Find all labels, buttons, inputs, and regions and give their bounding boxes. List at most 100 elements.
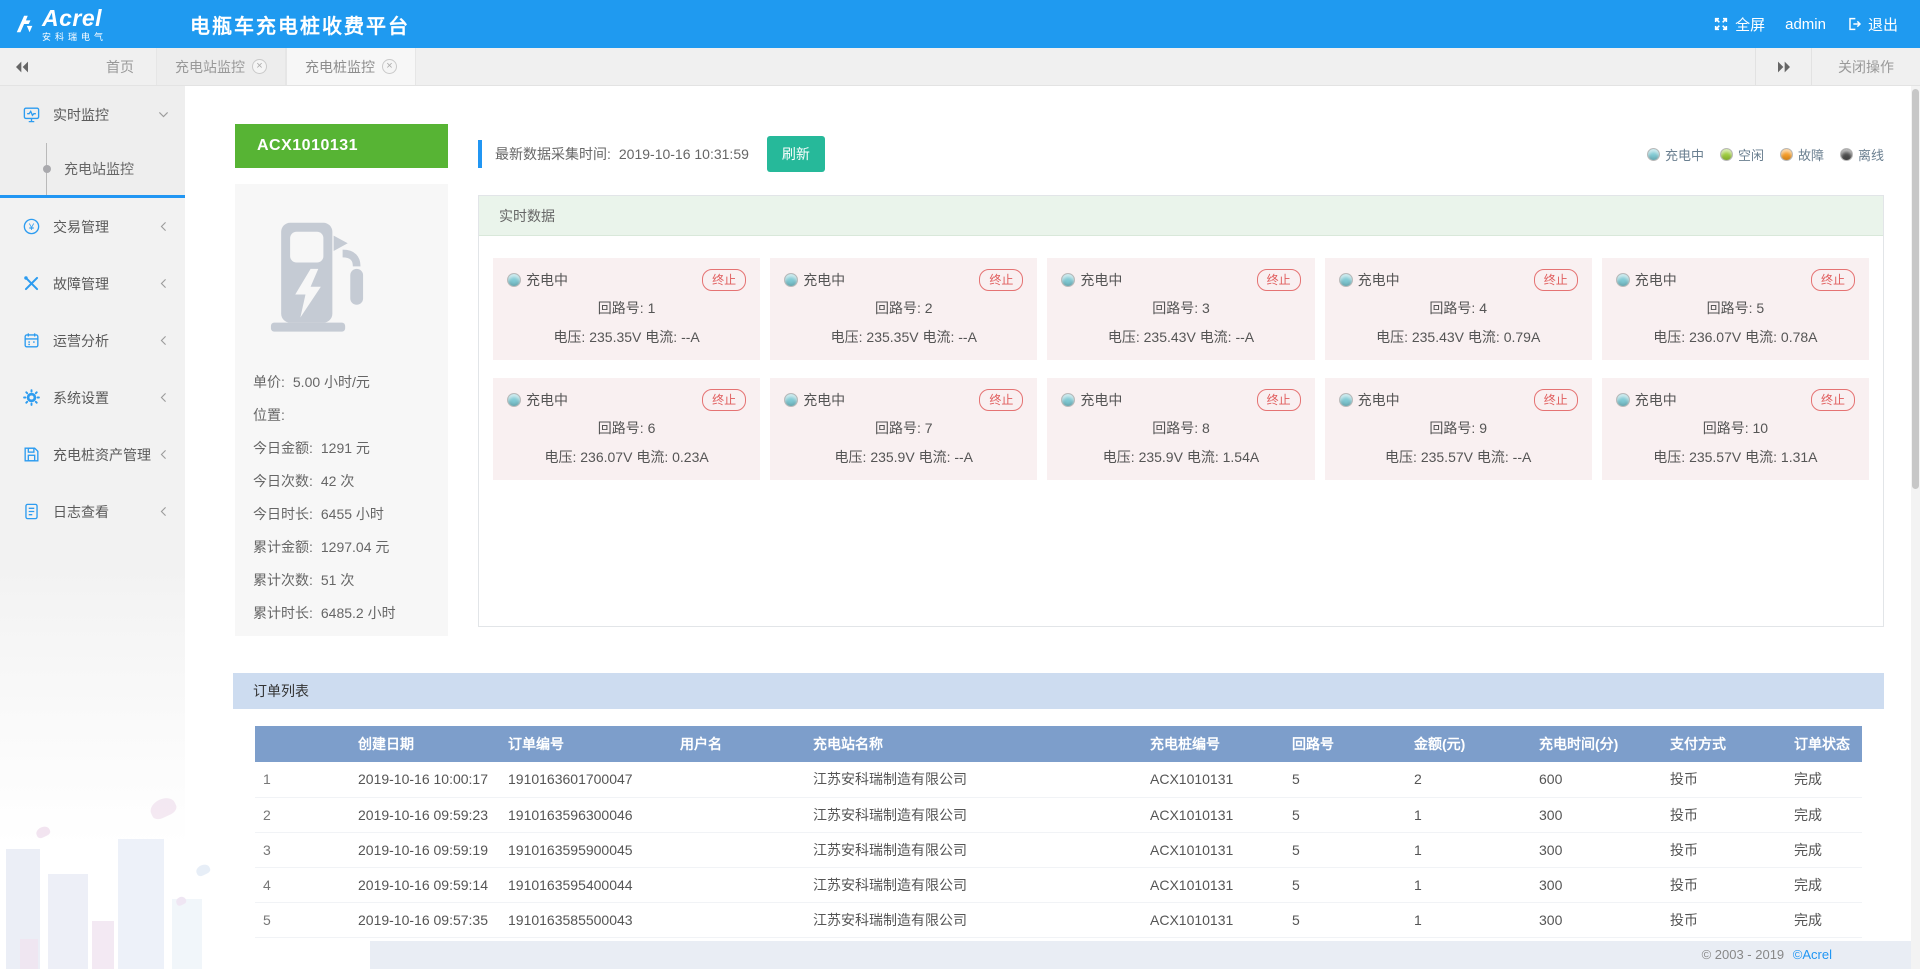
top-header: Acrel 安科瑞电气 电瓶车充电桩收费平台 全屏 admin <box>0 0 1920 48</box>
circuit-cards-grid: 充电中 终止 回路号: 1 电压: 235.35V 电流: --A <box>479 236 1883 502</box>
close-tab-icon[interactable]: × <box>382 59 397 74</box>
pile-stat-row: 今日次数: 42 次 <box>253 471 430 491</box>
row-index: 1 <box>255 762 350 797</box>
chevron-left-icon <box>158 335 169 346</box>
current-value: --A <box>681 329 700 345</box>
terminate-button[interactable]: 终止 <box>1811 269 1855 291</box>
sidebar-item-faults[interactable]: 故障管理 <box>0 255 185 312</box>
terminate-button[interactable]: 终止 <box>1257 269 1301 291</box>
status-label: 充电中 <box>1358 390 1400 410</box>
close-tab-icon[interactable]: × <box>252 59 267 74</box>
user-menu[interactable]: admin <box>1785 16 1826 33</box>
circuit-number: 5 <box>1284 797 1406 832</box>
tabs-scroll-left-button[interactable] <box>0 48 44 85</box>
amount: 1 <box>1406 902 1531 937</box>
pay-method: 投币 <box>1662 902 1786 937</box>
chevron-left-icon <box>158 449 169 460</box>
voltage-value: 235.9V <box>1139 449 1183 465</box>
sidebar-item-station-monitor[interactable]: 充电站监控 <box>0 143 185 195</box>
scrollbar[interactable] <box>1911 86 1920 969</box>
circuit-card-header: 充电中 终止 <box>784 389 1023 411</box>
copyright-text: © 2003 - 2019 <box>1702 947 1785 962</box>
legend-label: 空闲 <box>1738 145 1764 164</box>
circuit-card-header: 充电中 终止 <box>784 269 1023 291</box>
circuit-card-header: 充电中 终止 <box>1616 389 1855 411</box>
circuit-measurements-row: 电压: 236.07V 电流: 0.78A <box>1616 327 1855 347</box>
circuit-number-row: 回路号: 2 <box>784 298 1023 318</box>
circuit-card: 充电中 终止 回路号: 5 电压: 236.07V 电流: 0.78A <box>1602 258 1869 360</box>
status-ball-icon <box>1647 148 1660 161</box>
terminate-button[interactable]: 终止 <box>702 269 746 291</box>
tab-home[interactable]: 首页 <box>84 48 156 85</box>
amount: 2 <box>1406 762 1531 797</box>
sidebar-item-transactions[interactable]: ¥ 交易管理 <box>0 198 185 255</box>
sidebar-item-analytics[interactable]: 运营分析 <box>0 312 185 369</box>
calendar-icon <box>22 331 41 350</box>
tab-pile-monitor[interactable]: 充电桩监控 × <box>286 48 416 85</box>
station-name: 江苏安科瑞制造有限公司 <box>805 762 1142 797</box>
created-date: 2019-10-16 09:59:19 <box>350 832 500 867</box>
stat-value: 5.00 小时/元 <box>293 374 370 390</box>
circuit-number: 9 <box>1479 420 1487 436</box>
current-value: --A <box>958 329 977 345</box>
voltage-value: 235.9V <box>870 449 914 465</box>
stat-value: 6485.2 小时 <box>321 605 396 621</box>
tree-node-icon <box>38 143 56 195</box>
stat-value: 1291 元 <box>321 440 370 456</box>
brand-logo: Acrel 安科瑞电气 <box>0 7 178 42</box>
top-right-actions: 全屏 admin 退出 <box>1713 14 1920 35</box>
amount: 1 <box>1406 832 1531 867</box>
status-ball-icon <box>1061 393 1075 407</box>
terminate-button[interactable]: 终止 <box>702 389 746 411</box>
tabs-scroll-right-button[interactable] <box>1755 48 1811 85</box>
circuit-number-row: 回路号: 7 <box>784 418 1023 438</box>
fullscreen-button[interactable]: 全屏 <box>1713 14 1765 35</box>
page-title: 电瓶车充电桩收费平台 <box>190 10 410 39</box>
tab-station-monitor[interactable]: 充电站监控 × <box>156 48 286 85</box>
sidebar-item-logs[interactable]: 日志查看 <box>0 483 185 540</box>
circuit-number: 7 <box>925 420 933 436</box>
scrollbar-thumb[interactable] <box>1912 89 1919 489</box>
user-name <box>672 867 805 902</box>
row-index: 4 <box>255 867 350 902</box>
terminate-button[interactable]: 终止 <box>979 389 1023 411</box>
sidebar-item-pile-assets[interactable]: 充电桩资产管理 <box>0 426 185 483</box>
circuit-measurements-row: 电压: 235.9V 电流: --A <box>784 447 1023 467</box>
voltage-value: 236.07V <box>580 449 632 465</box>
sidebar-item-realtime-monitor[interactable]: 实时监控 <box>0 86 185 143</box>
current-value: --A <box>1235 329 1254 345</box>
created-date: 2019-10-16 09:57:35 <box>350 902 500 937</box>
sidebar-item-settings[interactable]: 系统设置 <box>0 369 185 426</box>
stat-value: 42 次 <box>321 473 354 489</box>
circuit-card-header: 充电中 终止 <box>1339 269 1578 291</box>
terminate-button[interactable]: 终止 <box>979 269 1023 291</box>
charging-pile-icon <box>253 210 430 338</box>
status-label: 充电中 <box>526 390 568 410</box>
acrel-link[interactable]: ©Acrel <box>1793 947 1832 962</box>
status-ball-icon <box>507 273 521 287</box>
fullscreen-icon <box>1713 16 1729 32</box>
logout-button[interactable]: 退出 <box>1846 14 1898 35</box>
status-label: 充电中 <box>1080 270 1122 290</box>
status-ball-icon <box>1339 393 1353 407</box>
terminate-button[interactable]: 终止 <box>1534 269 1578 291</box>
terminate-button[interactable]: 终止 <box>1257 389 1301 411</box>
stat-label: 今日时长: <box>253 506 313 522</box>
terminate-button[interactable]: 终止 <box>1534 389 1578 411</box>
stat-label: 今日金额: <box>253 440 313 456</box>
close-operations-button[interactable]: 关闭操作 <box>1811 48 1920 85</box>
current-value: --A <box>1513 449 1532 465</box>
stat-value: 6455 小时 <box>321 506 384 522</box>
created-date: 2019-10-16 09:59:23 <box>350 797 500 832</box>
current-value: 1.31A <box>1781 449 1818 465</box>
charge-minutes: 300 <box>1531 902 1662 937</box>
terminate-button[interactable]: 终止 <box>1811 389 1855 411</box>
status-ball-icon <box>784 393 798 407</box>
stat-label: 单价: <box>253 374 285 390</box>
stat-label: 今日次数: <box>253 473 313 489</box>
circuit-number-row: 回路号: 8 <box>1061 418 1300 438</box>
user-name <box>672 902 805 937</box>
charge-minutes: 300 <box>1531 867 1662 902</box>
circuit-number-row: 回路号: 3 <box>1061 298 1300 318</box>
refresh-button[interactable]: 刷新 <box>767 136 825 172</box>
